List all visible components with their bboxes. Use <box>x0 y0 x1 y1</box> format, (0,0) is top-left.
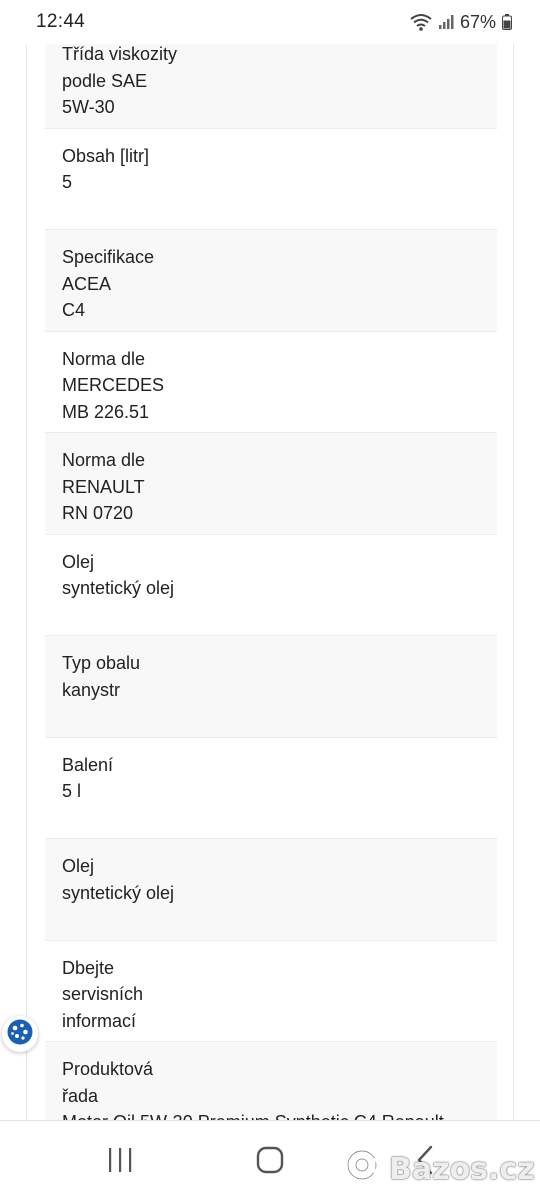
spec-row: Obsah [litr] 5 <box>45 129 497 230</box>
spec-row: Dbejte servisních informací <box>45 941 497 1042</box>
spec-value: kanystr <box>62 679 121 700</box>
status-icons: 67% <box>410 12 512 33</box>
spec-value: RN 0720 <box>62 503 134 523</box>
spec-label: Norma dle <box>62 450 146 470</box>
spec-row: Balení 5 l <box>45 738 497 839</box>
home-button[interactable] <box>254 1146 286 1179</box>
spec-label: Norma dle <box>62 348 146 369</box>
status-bar: 12:44 67% <box>0 0 540 44</box>
signal-icon <box>438 14 454 30</box>
spec-label: Specifikace <box>62 247 155 267</box>
spec-label: Obsah [litr] <box>62 145 150 166</box>
spec-label: Třída viskozity <box>62 44 178 64</box>
cookie-icon <box>5 1017 35 1052</box>
spec-value: Motor Oil 5W-30 Premium Synthetic C4 Ren… <box>62 1109 497 1120</box>
spec-label: Olej <box>62 551 95 572</box>
home-icon <box>256 1146 284 1179</box>
spec-label: Dbejte <box>62 957 115 978</box>
battery-percent: 67% <box>459 11 496 32</box>
watermark-at-icon <box>345 1148 385 1190</box>
spec-value: syntetický olej <box>62 578 175 598</box>
spec-value: MB 226.51 <box>62 401 150 422</box>
spec-value: RENAULT <box>62 476 145 497</box>
spec-list: Třída viskozity podle SAE 5W-30 Obsah [litr… <box>45 44 497 1120</box>
spec-value: informací <box>62 1010 137 1031</box>
watermark-logo: Bazos.cz <box>345 1148 535 1190</box>
spec-value: C4 <box>62 300 86 320</box>
spec-value: 5W-30 <box>62 97 115 117</box>
spec-row: Třída viskozity podle SAE 5W-30 <box>45 44 497 129</box>
spec-value: 5 <box>62 172 73 192</box>
recent-apps-icon <box>106 1147 134 1178</box>
spec-value: servisních <box>62 984 144 1004</box>
spec-row: Olej syntetický olej <box>45 535 497 636</box>
status-time: 12:44 <box>36 11 86 32</box>
spec-label: Balení <box>62 754 114 775</box>
spec-row: Norma dle RENAULT RN 0720 <box>45 433 497 535</box>
spec-row: Produktová řada Motor Oil 5W-30 Premium Sy… <box>45 1042 497 1120</box>
spec-row: Typ obalu kanystr <box>45 636 497 738</box>
spec-value: 5 l <box>62 781 82 801</box>
spec-row: Specifikace ACEA C4 <box>45 230 497 332</box>
spec-value: ACEA <box>62 273 112 294</box>
spec-label: Typ obalu <box>62 653 141 673</box>
wifi-icon <box>410 13 432 31</box>
recent-apps-button[interactable] <box>104 1147 136 1177</box>
spec-label: Olej <box>62 856 95 876</box>
spec-value: MERCEDES <box>62 375 165 395</box>
spec-label: Produktová <box>62 1059 154 1079</box>
spec-value: řada <box>62 1085 99 1106</box>
cookie-settings-button[interactable] <box>2 1016 38 1052</box>
spec-value: syntetický olej <box>62 882 175 903</box>
spec-value: podle SAE <box>62 70 148 91</box>
spec-row: Olej syntetický olej <box>45 839 497 941</box>
page-content[interactable]: Třída viskozity podle SAE 5W-30 Obsah [litr… <box>26 44 514 1120</box>
watermark-text: Bazos.cz <box>389 1151 535 1187</box>
battery-icon <box>502 14 512 30</box>
spec-row: Norma dle MERCEDES MB 226.51 <box>45 332 497 433</box>
